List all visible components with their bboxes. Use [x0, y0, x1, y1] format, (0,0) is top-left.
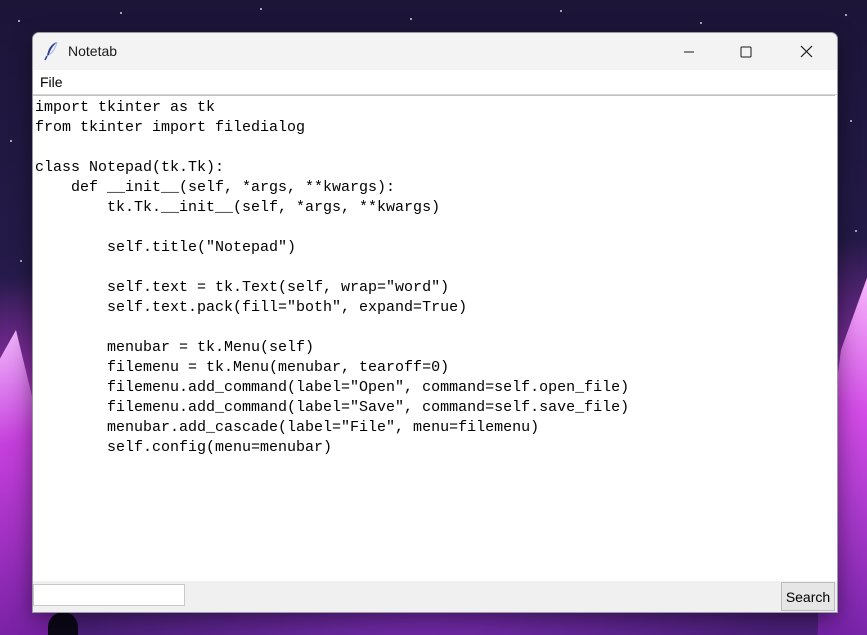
code-line: filemenu = tk.Menu(menubar, tearoff=0) [35, 359, 450, 376]
search-button[interactable]: Search [781, 582, 835, 611]
maximize-icon [740, 46, 752, 57]
wallpaper-star [120, 12, 122, 14]
search-bar: Search [33, 581, 837, 612]
wallpaper-star [410, 18, 412, 20]
search-input[interactable] [33, 584, 185, 606]
menu-bar: File [33, 70, 837, 95]
code-line: self.config(menu=menubar) [35, 439, 333, 456]
code-line: filemenu.add_command(label="Open", comma… [35, 379, 630, 396]
code-line: self.title("Notepad") [35, 239, 297, 256]
code-line: menubar = tk.Menu(self) [35, 339, 315, 356]
code-line: self.text.pack(fill="both", expand=True) [35, 299, 468, 316]
wallpaper-star [260, 8, 262, 10]
wallpaper-figure [48, 612, 78, 635]
wallpaper-star [10, 140, 12, 142]
title-bar[interactable]: Notetab [33, 33, 837, 70]
wallpaper-star [18, 20, 20, 22]
close-icon [800, 45, 812, 58]
text-editor[interactable]: import tkinter as tk from tkinter import… [33, 95, 835, 582]
minimize-button[interactable] [666, 33, 712, 70]
code-line: filemenu.add_command(label="Save", comma… [35, 399, 630, 416]
code-line: menubar.add_cascade(label="File", menu=f… [35, 419, 540, 436]
minimize-icon [684, 51, 694, 52]
code-line: self.text = tk.Text(self, wrap="word") [35, 279, 450, 296]
maximize-button[interactable] [723, 33, 769, 70]
code-line: class Notepad(tk.Tk): [35, 159, 225, 176]
wallpaper-star [850, 120, 852, 122]
code-line: from tkinter import filedialog [35, 119, 306, 136]
menu-item-file[interactable]: File [40, 74, 63, 90]
window-title: Notetab [68, 43, 118, 59]
wallpaper-star [560, 10, 562, 12]
feather-icon [44, 41, 60, 61]
wallpaper-star [845, 14, 847, 16]
code-line: tk.Tk.__init__(self, *args, **kwargs) [35, 199, 441, 216]
wallpaper-star [700, 22, 702, 24]
wallpaper-star [855, 230, 857, 232]
close-button[interactable] [783, 33, 829, 70]
notetab-window: Notetab File import tkinter as tk from t… [32, 32, 838, 613]
code-line: def __init__(self, *args, **kwargs): [35, 179, 396, 196]
code-line: import tkinter as tk [35, 99, 216, 116]
wallpaper-star [20, 260, 22, 262]
